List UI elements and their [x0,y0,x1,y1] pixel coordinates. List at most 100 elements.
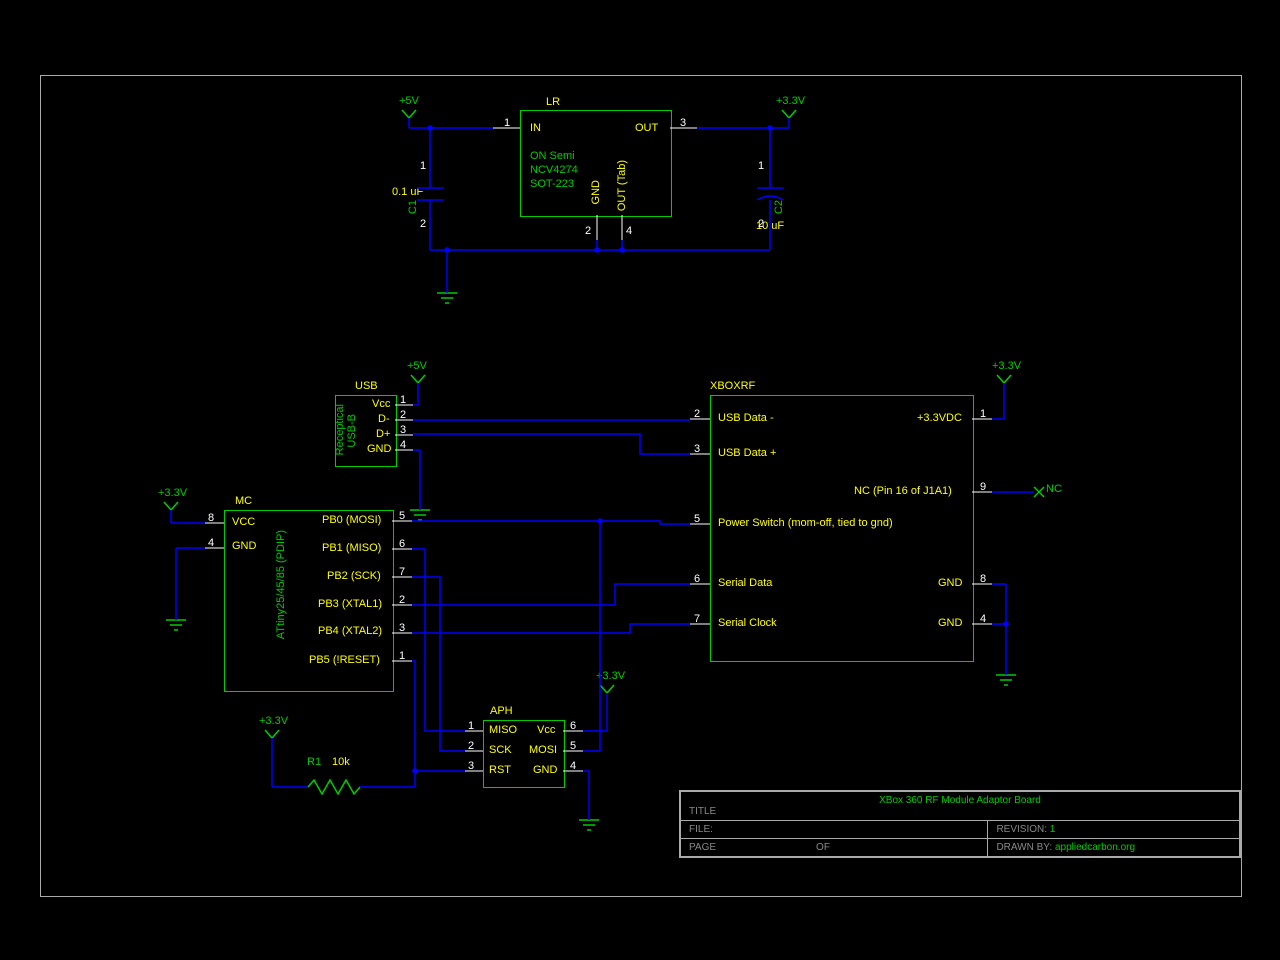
XB-sd: Serial Data [718,577,772,589]
des-APH: APH [490,705,513,717]
LR-otab: OUT (Tab) [616,160,628,211]
XB-v33: +3.3VDC [917,412,962,424]
XB-gnd2: GND [938,617,962,629]
APH-miso: MISO [489,724,517,736]
XB-p5: 5 [694,513,700,525]
USB-p3: 3 [400,424,406,436]
XB-p7: 7 [694,613,700,625]
p33v-xb: +3.3V [992,360,1021,372]
des-LR: LR [546,96,560,108]
USB-p1: 1 [400,394,406,406]
title-label: TITLE [689,806,716,817]
LR-pin1: 1 [504,117,510,129]
XB-udm: USB Data - [718,412,774,424]
LR-pn: NCV4274 [530,164,578,176]
XB-p4: 4 [980,613,986,625]
p33v-top: +3.3V [776,95,805,107]
des-USB: USB [355,380,378,392]
p33v-mc: +3.3V [158,487,187,499]
APH-sck: SCK [489,744,512,756]
title-text: XBox 360 RF Module Adaptor Board [879,795,1041,806]
des-XB: XBOXRF [710,380,755,392]
LR-gnd: GND [590,180,602,204]
MC-vcc: VCC [232,516,255,528]
des-MC: MC [235,495,252,507]
XB-sc: Serial Clock [718,617,777,629]
p5v-usb: +5V [407,360,427,372]
C2-p2: 2 [758,218,764,230]
XB-udp: USB Data + [718,447,776,459]
file-label: FILE: [689,824,713,835]
MC-p2: 2 [399,594,405,606]
XB-pwr: Power Switch (mom-off, tied to gnd) [718,517,893,529]
APH-p5: 5 [570,740,576,752]
drawn-val: appliedcarbon.org [1055,842,1135,853]
APH-vcc: Vcc [537,724,555,736]
rev-label: REVISION: [996,824,1047,835]
MC-pb0: PB0 (MOSI) [322,514,381,526]
C1-p2: 2 [420,218,426,230]
val-C1: 0.1 uF [392,186,423,198]
USB-p4: 4 [400,439,406,451]
LR-mfr: ON Semi [530,150,575,162]
USB-dp: D+ [376,428,390,440]
USB-vcc: Vcc [372,398,390,410]
des-C1: C1 [407,200,419,214]
rev-val: 1 [1050,824,1056,835]
MC-pb3: PB3 (XTAL1) [318,598,382,610]
MC-p1: 1 [399,650,405,662]
USB-dm: D- [378,413,390,425]
XB-p9: 9 [980,481,986,493]
MC-p6: 6 [399,538,405,550]
APH-p3: 3 [468,760,474,772]
MC-p3: 3 [399,622,405,634]
XB-p6: 6 [694,573,700,585]
MC-p4: 4 [208,537,214,549]
USB-gnd: GND [367,443,391,455]
XB-gnd1: GND [938,577,962,589]
XB-p1: 1 [980,408,986,420]
val-R1: 10k [332,756,350,768]
of-label: OF [816,842,830,853]
MC-pb5: PB5 (!RESET) [309,654,380,666]
APH-gnd: GND [533,764,557,776]
XB-p3: 3 [694,443,700,455]
APH-mosi: MOSI [529,744,557,756]
XB-p2: 2 [694,408,700,420]
APH-p2: 2 [468,740,474,752]
XB-nc: NC (Pin 16 of J1A1) [854,485,952,497]
LR-out: OUT [635,122,658,134]
MC-pb1: PB1 (MISO) [322,542,381,554]
NC-label: NC [1046,483,1062,495]
MC-pb2: PB2 (SCK) [327,570,381,582]
MC-p7: 7 [399,566,405,578]
C2-p1: 1 [758,160,764,172]
C1-p1: 1 [420,160,426,172]
MC-p5: 5 [399,510,405,522]
page-label: PAGE [689,842,716,853]
USB-p2: 2 [400,409,406,421]
LR-pkg: SOT-223 [530,178,574,190]
APH-rst: RST [489,764,511,776]
LR-pin3: 3 [680,117,686,129]
drawn-label: DRAWN BY: [996,842,1052,853]
LR-pin2: 2 [585,225,591,237]
schematic-page: LR IN OUT ON Semi NCV4274 SOT-223 GND OU… [0,0,1280,960]
title-block: XBox 360 RF Module Adaptor Board TITLE FI… [679,790,1241,858]
APH-p4: 4 [570,760,576,772]
APH-p6: 6 [570,720,576,732]
XB-p8: 8 [980,573,986,585]
MC-pb4: PB4 (XTAL2) [318,625,382,637]
USB-sub2: Receptical [334,404,346,455]
LR-pin4: 4 [626,225,632,237]
LR-in: IN [530,122,541,134]
APH-p1: 1 [468,720,474,732]
des-R1: R1 [307,756,321,768]
MC-p8: 8 [208,512,214,524]
MC-gnd: GND [232,540,256,552]
p33v-aph: +3.3V [596,670,625,682]
p33v-r1: +3.3V [259,715,288,727]
p5v-top: +5V [399,95,419,107]
des-C2: C2 [773,200,785,214]
MC-part: ATtiny25/45/85 (PDIP) [275,530,287,639]
